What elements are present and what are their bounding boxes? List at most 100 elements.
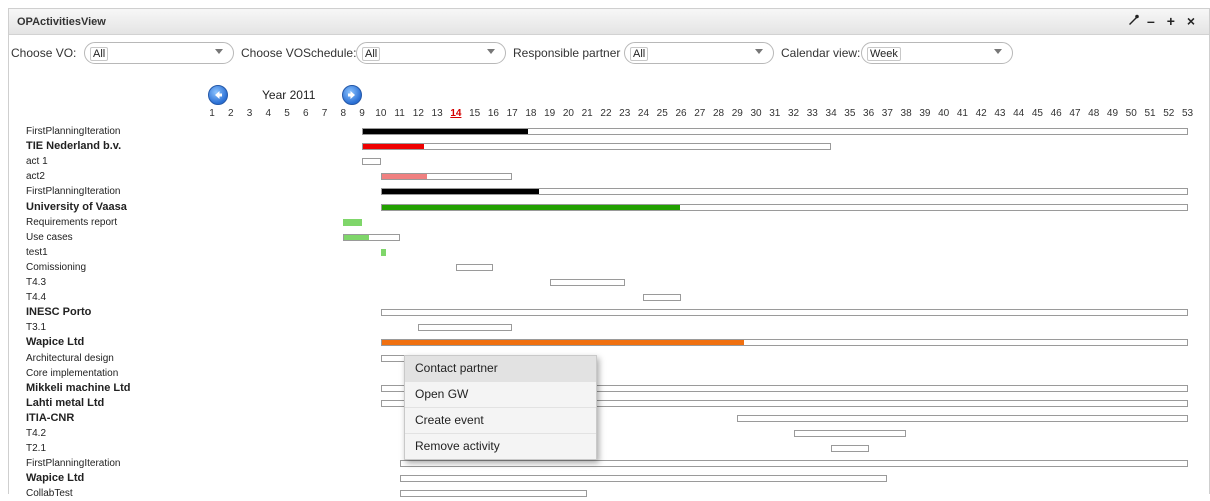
week-tick-7[interactable]: 7 bbox=[315, 108, 335, 119]
row-label[interactable]: FirstPlanningIteration bbox=[26, 184, 121, 199]
row-label[interactable]: Wapice Ltd bbox=[26, 335, 84, 350]
activity-bar[interactable] bbox=[380, 339, 1188, 347]
activity-bar[interactable] bbox=[362, 158, 381, 166]
activity-bar[interactable] bbox=[831, 445, 869, 453]
context-menu-item[interactable]: Create event bbox=[405, 408, 596, 434]
row-label[interactable]: Lahti metal Ltd bbox=[26, 396, 104, 411]
row-label[interactable]: T3.1 bbox=[26, 320, 46, 335]
activity-bar[interactable] bbox=[793, 430, 907, 437]
context-menu-item[interactable]: Contact partner bbox=[405, 356, 596, 382]
activity-bar[interactable] bbox=[455, 263, 494, 271]
week-tick-30[interactable]: 30 bbox=[746, 108, 766, 119]
row-label[interactable]: TIE Nederland b.v. bbox=[26, 139, 121, 154]
week-tick-2[interactable]: 2 bbox=[221, 108, 241, 119]
week-tick-46[interactable]: 46 bbox=[1046, 108, 1066, 119]
week-tick-5[interactable]: 5 bbox=[277, 108, 297, 119]
activity-bar[interactable] bbox=[362, 128, 1188, 135]
schedule-select[interactable]: All bbox=[356, 42, 506, 64]
week-tick-34[interactable]: 34 bbox=[821, 108, 841, 119]
week-tick-12[interactable]: 12 bbox=[408, 108, 428, 119]
week-tick-18[interactable]: 18 bbox=[521, 108, 541, 119]
row-label[interactable]: FirstPlanningIteration bbox=[26, 456, 121, 471]
row-label[interactable]: act2 bbox=[26, 169, 45, 184]
context-menu-item[interactable]: Remove activity bbox=[405, 434, 596, 459]
week-tick-6[interactable]: 6 bbox=[296, 108, 316, 119]
close-icon[interactable]: × bbox=[1187, 13, 1199, 29]
row-label[interactable]: University of Vaasa bbox=[26, 200, 127, 215]
activity-bar[interactable] bbox=[380, 309, 1188, 317]
calendar-select[interactable]: Week bbox=[861, 42, 1013, 64]
week-tick-45[interactable]: 45 bbox=[1027, 108, 1047, 119]
row-label[interactable]: Wapice Ltd bbox=[26, 471, 84, 486]
week-tick-51[interactable]: 51 bbox=[1140, 108, 1160, 119]
row-label[interactable]: Comissioning bbox=[26, 260, 86, 275]
week-tick-17[interactable]: 17 bbox=[502, 108, 522, 119]
week-tick-37[interactable]: 37 bbox=[877, 108, 897, 119]
week-tick-23[interactable]: 23 bbox=[615, 108, 635, 119]
row-label[interactable]: T4.3 bbox=[26, 275, 46, 290]
activity-bar[interactable] bbox=[380, 248, 387, 256]
week-tick-36[interactable]: 36 bbox=[859, 108, 879, 119]
week-tick-44[interactable]: 44 bbox=[1009, 108, 1029, 119]
week-tick-13[interactable]: 13 bbox=[427, 108, 447, 119]
row-label[interactable]: Mikkeli machine Ltd bbox=[26, 381, 131, 396]
activity-bar[interactable] bbox=[380, 188, 1188, 196]
row-label[interactable]: Architectural design bbox=[26, 351, 114, 366]
week-tick-42[interactable]: 42 bbox=[971, 108, 991, 119]
arrow-right-icon[interactable] bbox=[342, 85, 362, 105]
partner-select[interactable]: All bbox=[624, 42, 774, 64]
row-label[interactable]: Requirements report bbox=[26, 215, 117, 230]
row-label[interactable]: T2.1 bbox=[26, 441, 46, 456]
week-tick-49[interactable]: 49 bbox=[1102, 108, 1122, 119]
activity-bar[interactable] bbox=[737, 414, 1188, 422]
arrow-left-icon[interactable] bbox=[208, 85, 228, 105]
minimize-icon[interactable]: – bbox=[1147, 13, 1159, 29]
activity-bar[interactable] bbox=[643, 294, 681, 302]
activity-bar[interactable] bbox=[418, 324, 513, 332]
week-tick-33[interactable]: 33 bbox=[802, 108, 822, 119]
week-tick-15[interactable]: 15 bbox=[465, 108, 485, 119]
week-tick-52[interactable]: 52 bbox=[1159, 108, 1179, 119]
week-tick-16[interactable]: 16 bbox=[483, 108, 503, 119]
week-tick-39[interactable]: 39 bbox=[915, 108, 935, 119]
week-tick-43[interactable]: 43 bbox=[990, 108, 1010, 119]
week-tick-47[interactable]: 47 bbox=[1065, 108, 1085, 119]
week-tick-31[interactable]: 31 bbox=[765, 108, 785, 119]
week-tick-28[interactable]: 28 bbox=[709, 108, 729, 119]
week-tick-27[interactable]: 27 bbox=[690, 108, 710, 119]
context-menu-item[interactable]: Open GW bbox=[405, 382, 596, 408]
week-tick-35[interactable]: 35 bbox=[840, 108, 860, 119]
activity-bar[interactable] bbox=[362, 143, 832, 151]
week-tick-29[interactable]: 29 bbox=[727, 108, 747, 119]
activity-bar[interactable] bbox=[380, 203, 1188, 211]
activity-bar[interactable] bbox=[549, 279, 625, 286]
week-tick-3[interactable]: 3 bbox=[240, 108, 260, 119]
row-label[interactable]: T4.2 bbox=[26, 426, 46, 441]
week-tick-38[interactable]: 38 bbox=[896, 108, 916, 119]
week-tick-10[interactable]: 10 bbox=[371, 108, 391, 119]
row-label[interactable]: test1 bbox=[26, 245, 48, 260]
week-tick-4[interactable]: 4 bbox=[258, 108, 278, 119]
week-tick-26[interactable]: 26 bbox=[671, 108, 691, 119]
activity-bar[interactable] bbox=[343, 233, 400, 241]
week-tick-20[interactable]: 20 bbox=[558, 108, 578, 119]
week-tick-32[interactable]: 32 bbox=[784, 108, 804, 119]
week-tick-8[interactable]: 8 bbox=[333, 108, 353, 119]
row-label[interactable]: ITIA-CNR bbox=[26, 411, 74, 426]
week-tick-9[interactable]: 9 bbox=[352, 108, 372, 119]
activity-bar[interactable] bbox=[399, 460, 1188, 468]
week-tick-21[interactable]: 21 bbox=[577, 108, 597, 119]
week-tick-41[interactable]: 41 bbox=[952, 108, 972, 119]
maximize-icon[interactable]: + bbox=[1167, 13, 1179, 29]
week-tick-53[interactable]: 53 bbox=[1178, 108, 1198, 119]
week-tick-11[interactable]: 11 bbox=[390, 108, 410, 119]
week-tick-48[interactable]: 48 bbox=[1084, 108, 1104, 119]
row-label[interactable]: INESC Porto bbox=[26, 305, 91, 320]
activity-bar[interactable] bbox=[399, 475, 888, 483]
row-label[interactable]: FirstPlanningIteration bbox=[26, 124, 121, 139]
activity-bar[interactable] bbox=[343, 218, 363, 226]
week-tick-14[interactable]: 14 bbox=[446, 108, 466, 119]
week-tick-24[interactable]: 24 bbox=[633, 108, 653, 119]
row-label[interactable]: act 1 bbox=[26, 154, 48, 169]
row-label[interactable]: T4.4 bbox=[26, 290, 46, 305]
